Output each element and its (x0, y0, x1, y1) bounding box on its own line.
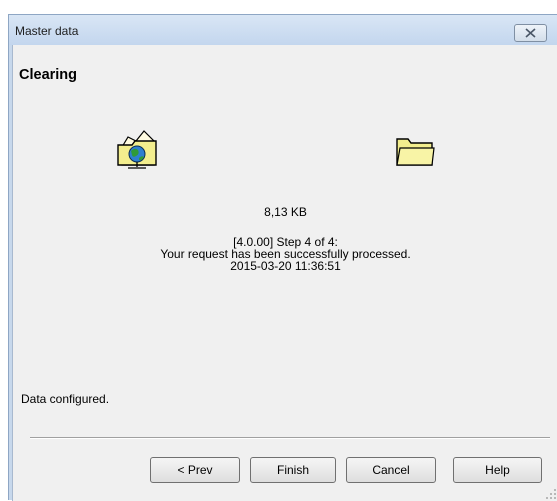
folder-icon (396, 138, 435, 166)
close-button[interactable] (514, 24, 547, 42)
transfer-size: 8,13 KB (264, 205, 307, 219)
globe-folder-icon (117, 130, 157, 169)
title-bar[interactable]: Master data (9, 15, 557, 45)
status-message: [4.0.00] Step 4 of 4: Your request has b… (13, 236, 557, 272)
target-icon (395, 135, 435, 170)
master-data-dialog: Master data Clearing 8,13 KB [4.0.00] St… (8, 14, 557, 501)
source-icon (114, 127, 160, 174)
page-heading: Clearing (19, 67, 78, 83)
close-x-icon (525, 28, 536, 38)
help-button[interactable]: Help (453, 457, 542, 483)
finish-button[interactable]: Finish (250, 457, 336, 483)
resize-grip-icon[interactable] (546, 489, 556, 499)
window-title: Master data (15, 24, 79, 38)
dialog-client-area: Clearing 8,13 KB [4.0.00] Step 4 of 4: Y… (12, 45, 557, 501)
status-timestamp: 2015-03-20 11:36:51 (230, 259, 341, 273)
divider (30, 437, 550, 439)
footer-status: Data configured. (21, 392, 110, 406)
cancel-button[interactable]: Cancel (346, 457, 436, 483)
prev-button[interactable]: < Prev (150, 457, 240, 483)
